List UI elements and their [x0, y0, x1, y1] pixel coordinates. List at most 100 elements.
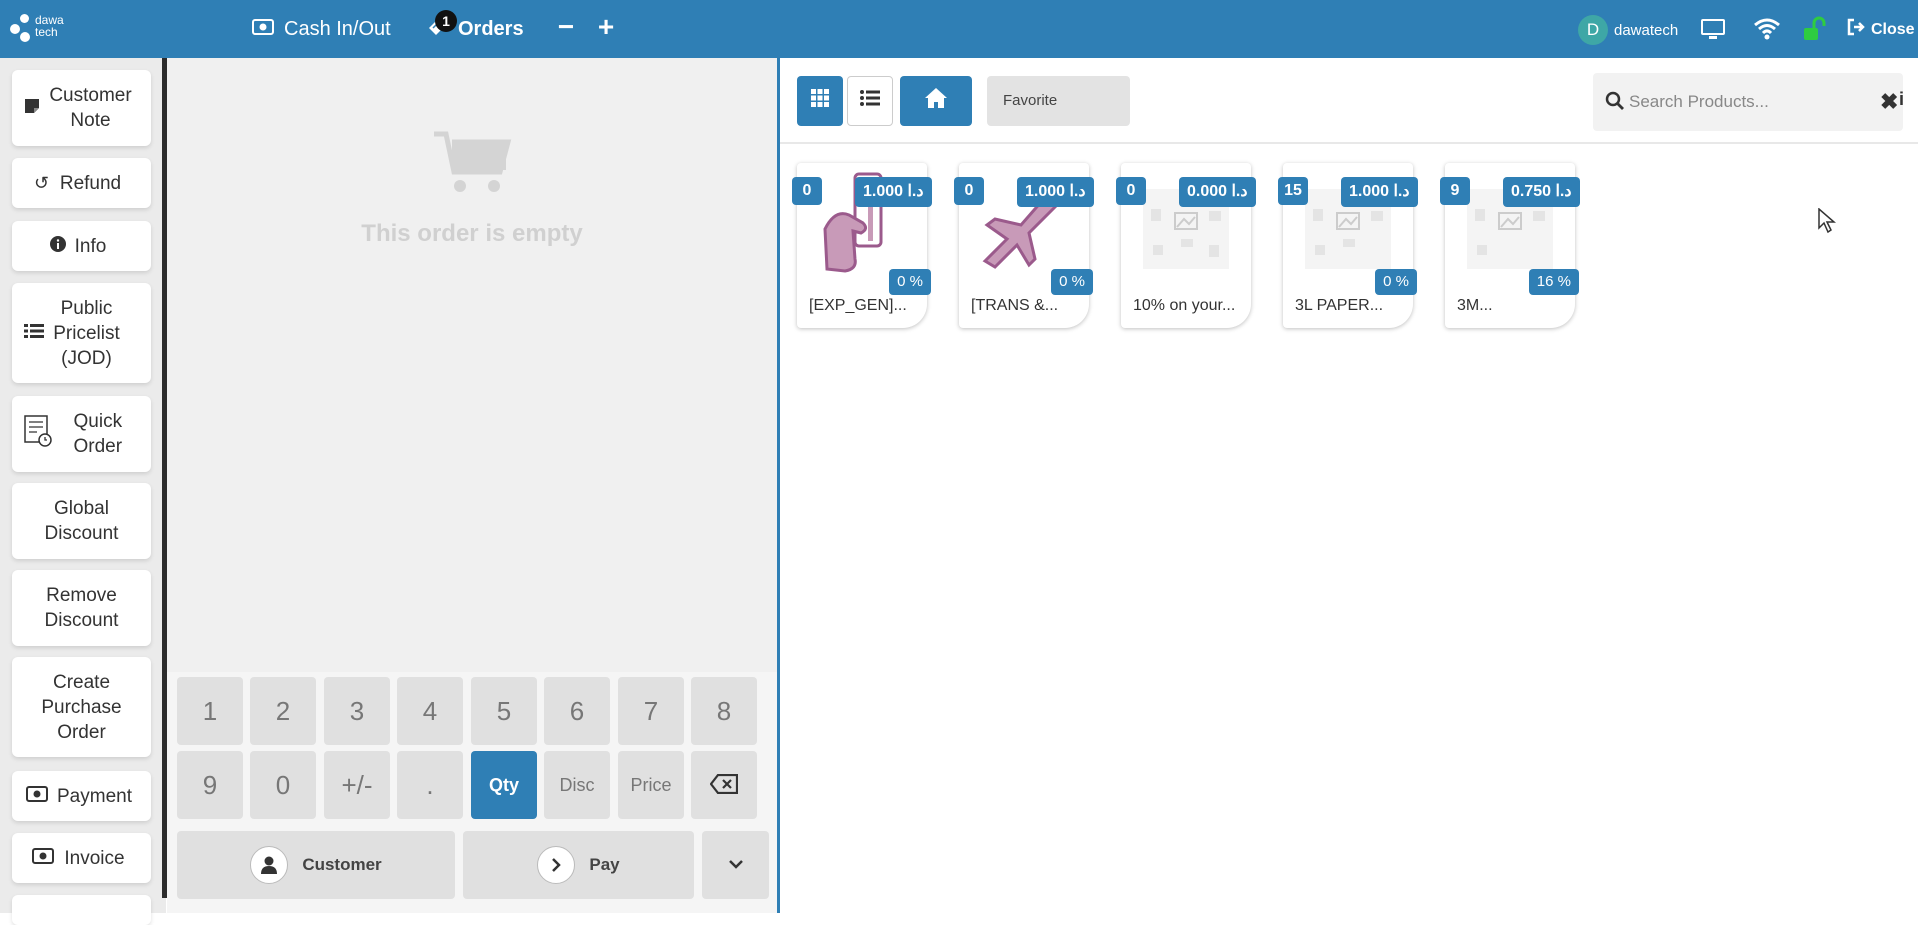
list-icon [24, 321, 44, 346]
note-icon [24, 96, 40, 121]
product-qty-badge: 0 [954, 177, 984, 205]
avatar: D [1578, 15, 1608, 45]
numpad-key-9[interactable]: 9 [177, 751, 243, 819]
quick-order-button[interactable]: Quick Order [12, 396, 151, 472]
mouse-cursor-icon [1818, 207, 1837, 234]
chevron-right-icon [537, 846, 576, 884]
orders-label: Orders [458, 17, 524, 40]
numpad-key-7[interactable]: 7 [618, 677, 684, 745]
product-card[interactable]: 15 1.000 د.ا 0 % 3L PAPER... [1278, 163, 1418, 328]
backspace-icon [709, 751, 739, 819]
product-search: ✖ i [1593, 73, 1904, 131]
numpad-key-4[interactable]: 4 [397, 677, 463, 745]
customer-note-button[interactable]: Customer Note [12, 70, 151, 146]
invoice-button[interactable]: Invoice [12, 833, 151, 883]
top-bar: dawa tech Cash In/Out Orders 1 − + D dawa… [0, 0, 1918, 58]
more-control-button[interactable] [12, 895, 151, 925]
brand-line2: tech [35, 25, 58, 39]
global-discount-label: Global Discount [44, 498, 119, 544]
logo-mark [10, 14, 38, 44]
product-qty-badge: 9 [1440, 177, 1470, 205]
close-label: Close [1871, 20, 1915, 38]
numpad-key-5[interactable]: 5 [471, 677, 537, 745]
product-card[interactable]: 9 0.750 د.ا 16 % 3M... [1440, 163, 1580, 328]
numpad-mode-price[interactable]: Price [618, 751, 684, 819]
product-price-badge: 1.000 د.ا [855, 177, 932, 207]
product-qty-badge: 0 [792, 177, 822, 205]
numpad-backspace-button[interactable] [691, 751, 757, 819]
info-icon[interactable]: i [1899, 89, 1904, 110]
product-name: 10% on your... [1133, 297, 1236, 314]
list-icon [860, 89, 880, 113]
pricelist-label: Public Pricelist (JOD) [53, 297, 120, 369]
sign-out-icon [1846, 18, 1866, 41]
product-qty-badge: 15 [1278, 177, 1308, 205]
more-actions-button[interactable] [702, 831, 769, 899]
product-name: [EXP_GEN]... [809, 297, 907, 314]
numpad-key-0[interactable]: 0 [250, 751, 316, 819]
global-discount-button[interactable]: Global Discount [12, 483, 151, 559]
empty-order-text: This order is empty [361, 220, 583, 247]
cash-in-out-label: Cash In/Out [284, 17, 391, 40]
customer-label: Customer [302, 855, 382, 874]
orders-count-badge: 1 [435, 10, 457, 32]
refund-button[interactable]: ↺ Refund [12, 158, 151, 208]
search-icon [1605, 91, 1625, 117]
create-purchase-order-button[interactable]: Create Purchase Order [12, 657, 151, 757]
numpad-key-6[interactable]: 6 [544, 677, 610, 745]
customer-button[interactable]: Customer [177, 831, 455, 899]
quick-order-label: Quick Order [73, 411, 123, 457]
add-order-button[interactable]: + [591, 12, 621, 44]
product-qty-badge: 0 [1116, 177, 1146, 205]
product-discount-badge: 16 % [1528, 269, 1579, 295]
product-discount-badge: 0 % [1051, 269, 1093, 295]
remove-discount-button[interactable]: Remove Discount [12, 570, 151, 646]
pricelist-button[interactable]: Public Pricelist (JOD) [12, 283, 151, 383]
list-view-button[interactable] [847, 76, 893, 126]
wifi-icon[interactable] [1752, 14, 1782, 44]
dawatech-logo: dawa tech [10, 12, 70, 46]
grid-icon [810, 88, 830, 114]
product-name: 3M... [1457, 297, 1493, 314]
numpad-mode-disc[interactable]: Disc [544, 751, 610, 819]
pay-button[interactable]: Pay [463, 831, 694, 899]
user-name: dawatech [1614, 21, 1679, 39]
monitor-icon[interactable] [1698, 14, 1728, 44]
grid-view-button[interactable] [797, 76, 843, 126]
numpad-key-plus-minus[interactable]: +/- [324, 751, 390, 819]
numpad-mode-qty[interactable]: Qty [471, 751, 537, 819]
remove-order-button[interactable]: − [551, 12, 581, 44]
info-button[interactable]: Info [12, 221, 151, 271]
home-icon [924, 87, 948, 116]
clear-search-icon[interactable]: ✖ [1880, 89, 1898, 115]
search-input[interactable] [1629, 87, 1859, 117]
product-card[interactable]: 0 0.000 د.ا 10% on your... [1116, 163, 1256, 328]
product-card[interactable]: 0 1.000 د.ا 0 % [TRANS &... [954, 163, 1094, 328]
quick-order-icon [24, 414, 52, 454]
numpad-key-8[interactable]: 8 [691, 677, 757, 745]
product-discount-badge: 0 % [889, 269, 931, 295]
numpad-key-decimal[interactable]: . [397, 751, 463, 819]
product-discount-badge: 0 % [1375, 269, 1417, 295]
user-menu[interactable]: D dawatech [1578, 15, 1678, 45]
refund-label: Refund [59, 172, 122, 194]
chevron-down-icon [728, 855, 744, 875]
close-button[interactable]: Close [1846, 18, 1915, 41]
cash-in-out-button[interactable]: Cash In/Out [252, 16, 391, 42]
shopping-cart-icon [432, 128, 512, 198]
home-category-button[interactable] [900, 76, 972, 126]
unlock-icon[interactable] [1798, 14, 1828, 44]
numpad-key-3[interactable]: 3 [324, 677, 390, 745]
info-icon [50, 234, 66, 259]
numpad-key-2[interactable]: 2 [250, 677, 316, 745]
user-icon [250, 846, 289, 884]
undo-icon: ↺ [34, 172, 50, 193]
product-price-badge: 1.000 د.ا [1341, 177, 1418, 207]
numpad-key-1[interactable]: 1 [177, 677, 243, 745]
create-purchase-order-label: Create Purchase Order [41, 671, 122, 743]
remove-discount-label: Remove Discount [44, 585, 119, 631]
product-card[interactable]: 0 1.000 د.ا 0 % [EXP_GEN]... [792, 163, 932, 328]
favorite-category-button[interactable]: Favorite [987, 76, 1130, 126]
product-price-badge: 1.000 د.ا [1017, 177, 1094, 207]
payment-button[interactable]: Payment [12, 771, 151, 821]
